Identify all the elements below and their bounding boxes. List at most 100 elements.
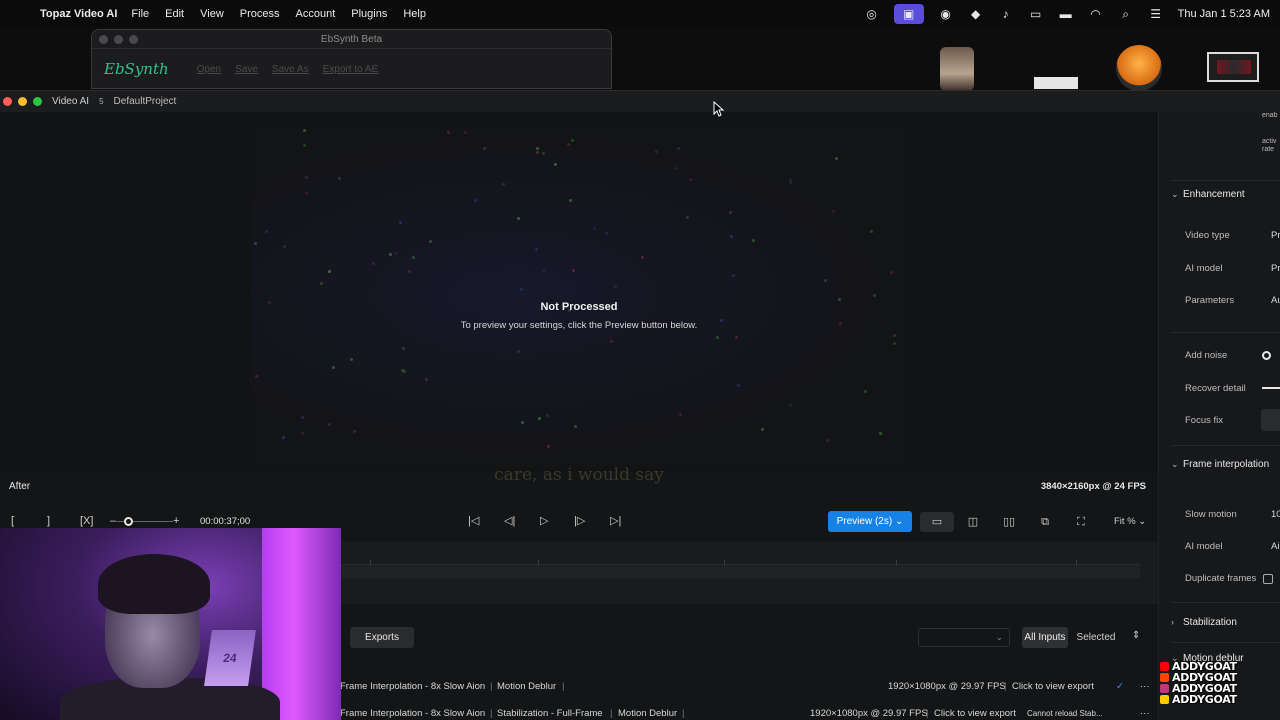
search-icon[interactable]: ⌕	[1118, 7, 1134, 21]
mark-in-button[interactable]: [	[11, 514, 14, 528]
zoom-icon[interactable]	[129, 35, 138, 44]
save-button[interactable]: Save	[235, 64, 258, 75]
compare-view-button[interactable]: ⧉	[1028, 512, 1062, 532]
interp-ai-model-select[interactable]: Ai	[1271, 541, 1279, 552]
side-by-side-button[interactable]: ▯▯	[992, 512, 1026, 532]
focus-fix-select[interactable]	[1261, 409, 1280, 431]
play-icon[interactable]: ▷	[540, 514, 548, 528]
minimize-icon[interactable]	[114, 35, 123, 44]
interp-ai-model-label: AI model	[1185, 541, 1223, 552]
preview-noise-dot	[303, 144, 306, 147]
desktop-file-icon[interactable]	[1034, 77, 1078, 89]
add-noise-slider-handle[interactable]	[1262, 351, 1271, 360]
creative-cloud-icon[interactable]: ◎	[864, 7, 880, 21]
diamond-icon[interactable]: ◆	[968, 7, 984, 21]
menu-process[interactable]: Process	[240, 8, 280, 20]
slow-motion-select[interactable]: 10	[1271, 509, 1280, 520]
preview-noise-dot	[554, 163, 557, 166]
view-export-link[interactable]: Click to view export	[934, 708, 1016, 719]
battery-icon[interactable]: ▬	[1058, 7, 1074, 21]
recover-detail-slider[interactable]	[1262, 387, 1280, 389]
apple-icon[interactable]	[14, 7, 28, 21]
desktop-photo-icon[interactable]	[940, 47, 974, 91]
ai-model-select[interactable]: Pr	[1271, 263, 1280, 274]
timeline[interactable]	[340, 542, 1158, 604]
filter-dropdown[interactable]: ⌄	[918, 628, 1010, 647]
row-separator: |	[1004, 681, 1007, 692]
sort-icon[interactable]: ⇕	[1132, 630, 1140, 641]
preview-noise-dot	[520, 288, 523, 291]
wifi-icon[interactable]: ◠	[1088, 7, 1104, 21]
zoom-icon[interactable]	[33, 97, 42, 106]
preview-area[interactable]: Not Processed To preview your settings, …	[0, 112, 1158, 472]
section-frame-interpolation[interactable]: ⌄ Frame interpolation	[1171, 459, 1269, 470]
zoom-in-button[interactable]: +	[173, 514, 179, 528]
skip-to-start-icon[interactable]: |◁	[468, 514, 479, 528]
menu-file[interactable]: File	[131, 8, 149, 20]
view-export-link[interactable]: Click to view export	[1012, 681, 1094, 692]
duplicate-frames-checkbox[interactable]	[1263, 574, 1273, 584]
reddit-icon	[1160, 673, 1169, 682]
skip-to-end-icon[interactable]: ▷|	[610, 514, 621, 528]
display-icon[interactable]: ▭	[1028, 7, 1044, 21]
preview-noise-dot	[320, 282, 323, 285]
zoom-out-button[interactable]: –	[110, 514, 116, 528]
clear-marks-button[interactable]: [X]	[80, 514, 93, 528]
table-row[interactable]: Frame Interpolation - 8x Slow Aion | Sta…	[340, 703, 1158, 720]
menu-help[interactable]: Help	[403, 8, 426, 20]
tab-all-inputs[interactable]: All Inputs	[1022, 627, 1068, 648]
close-icon[interactable]	[99, 35, 108, 44]
zoom-slider-handle[interactable]	[124, 517, 134, 526]
preview-noise-dot	[517, 350, 520, 353]
tab-selected[interactable]: Selected	[1076, 627, 1116, 648]
preview-noise-dot	[521, 421, 524, 424]
fl-studio-icon[interactable]	[1116, 45, 1162, 91]
more-options-icon[interactable]: ···	[1140, 708, 1150, 719]
video-ai-titlebar[interactable]: Video AI 5 DefaultProject	[0, 90, 1280, 112]
menu-clock[interactable]: Thu Jan 1 5:23 AM	[1178, 8, 1270, 20]
open-button[interactable]: Open	[197, 64, 221, 75]
video-subtitle: care, as i would say	[494, 465, 664, 485]
preview-noise-dot	[265, 230, 268, 233]
section-stabilization[interactable]: › Stabilization	[1171, 617, 1237, 628]
menu-app-name[interactable]: Topaz Video AI	[40, 8, 117, 20]
menu-view[interactable]: View	[200, 8, 224, 20]
save-as-button[interactable]: Save As	[272, 64, 309, 75]
minimize-icon[interactable]	[18, 97, 27, 106]
fullscreen-button[interactable]: ⛶	[1064, 512, 1098, 532]
project-name[interactable]: DefaultProject	[114, 96, 177, 107]
tab-exports[interactable]: Exports	[350, 627, 414, 648]
desktop-screenshot-icon[interactable]	[1207, 52, 1259, 82]
video-type-select[interactable]: Pr	[1271, 230, 1280, 241]
single-view-button[interactable]: ▭	[920, 512, 954, 532]
section-enhancement[interactable]: ⌄ Enhancement	[1171, 189, 1245, 200]
preview-noise-dot	[399, 221, 402, 224]
export-to-ae-button[interactable]: Export to AE	[323, 64, 379, 75]
preview-button[interactable]: Preview (2s) ⌄	[828, 511, 912, 532]
obs-icon[interactable]: ◉	[938, 7, 954, 21]
step-forward-icon[interactable]: |▷	[574, 514, 585, 528]
table-row[interactable]	[340, 653, 1158, 663]
menu-edit[interactable]: Edit	[165, 8, 184, 20]
parameters-select[interactable]: Au	[1271, 295, 1280, 306]
preview-noise-dot	[425, 378, 428, 381]
divider	[1171, 642, 1280, 643]
preview-canvas[interactable]	[250, 122, 910, 467]
fit-zoom-select[interactable]: Fit % ⌄	[1114, 516, 1146, 527]
split-view-button[interactable]: ◫	[956, 512, 990, 532]
mark-out-button[interactable]: ]	[47, 514, 50, 528]
more-options-icon[interactable]: ···	[1140, 681, 1150, 692]
menu-bar: Topaz Video AI File Edit View Process Ac…	[0, 0, 1280, 27]
volume-icon[interactable]: ♪	[998, 7, 1014, 21]
preview-noise-dot	[729, 211, 732, 214]
step-back-icon[interactable]: ◁|	[504, 514, 515, 528]
timeline-track[interactable]	[340, 564, 1140, 578]
video-type-label: Video type	[1185, 230, 1230, 241]
close-icon[interactable]	[3, 97, 12, 106]
menu-plugins[interactable]: Plugins	[351, 8, 387, 20]
ebsynth-titlebar[interactable]: EbSynth Beta	[92, 30, 611, 49]
screen-record-icon[interactable]: ▣	[893, 3, 924, 24]
table-row[interactable]: Frame Interpolation - 8x Slow Aion | Mot…	[340, 676, 1158, 698]
menu-account[interactable]: Account	[296, 8, 336, 20]
control-center-icon[interactable]: ☰	[1148, 7, 1164, 21]
